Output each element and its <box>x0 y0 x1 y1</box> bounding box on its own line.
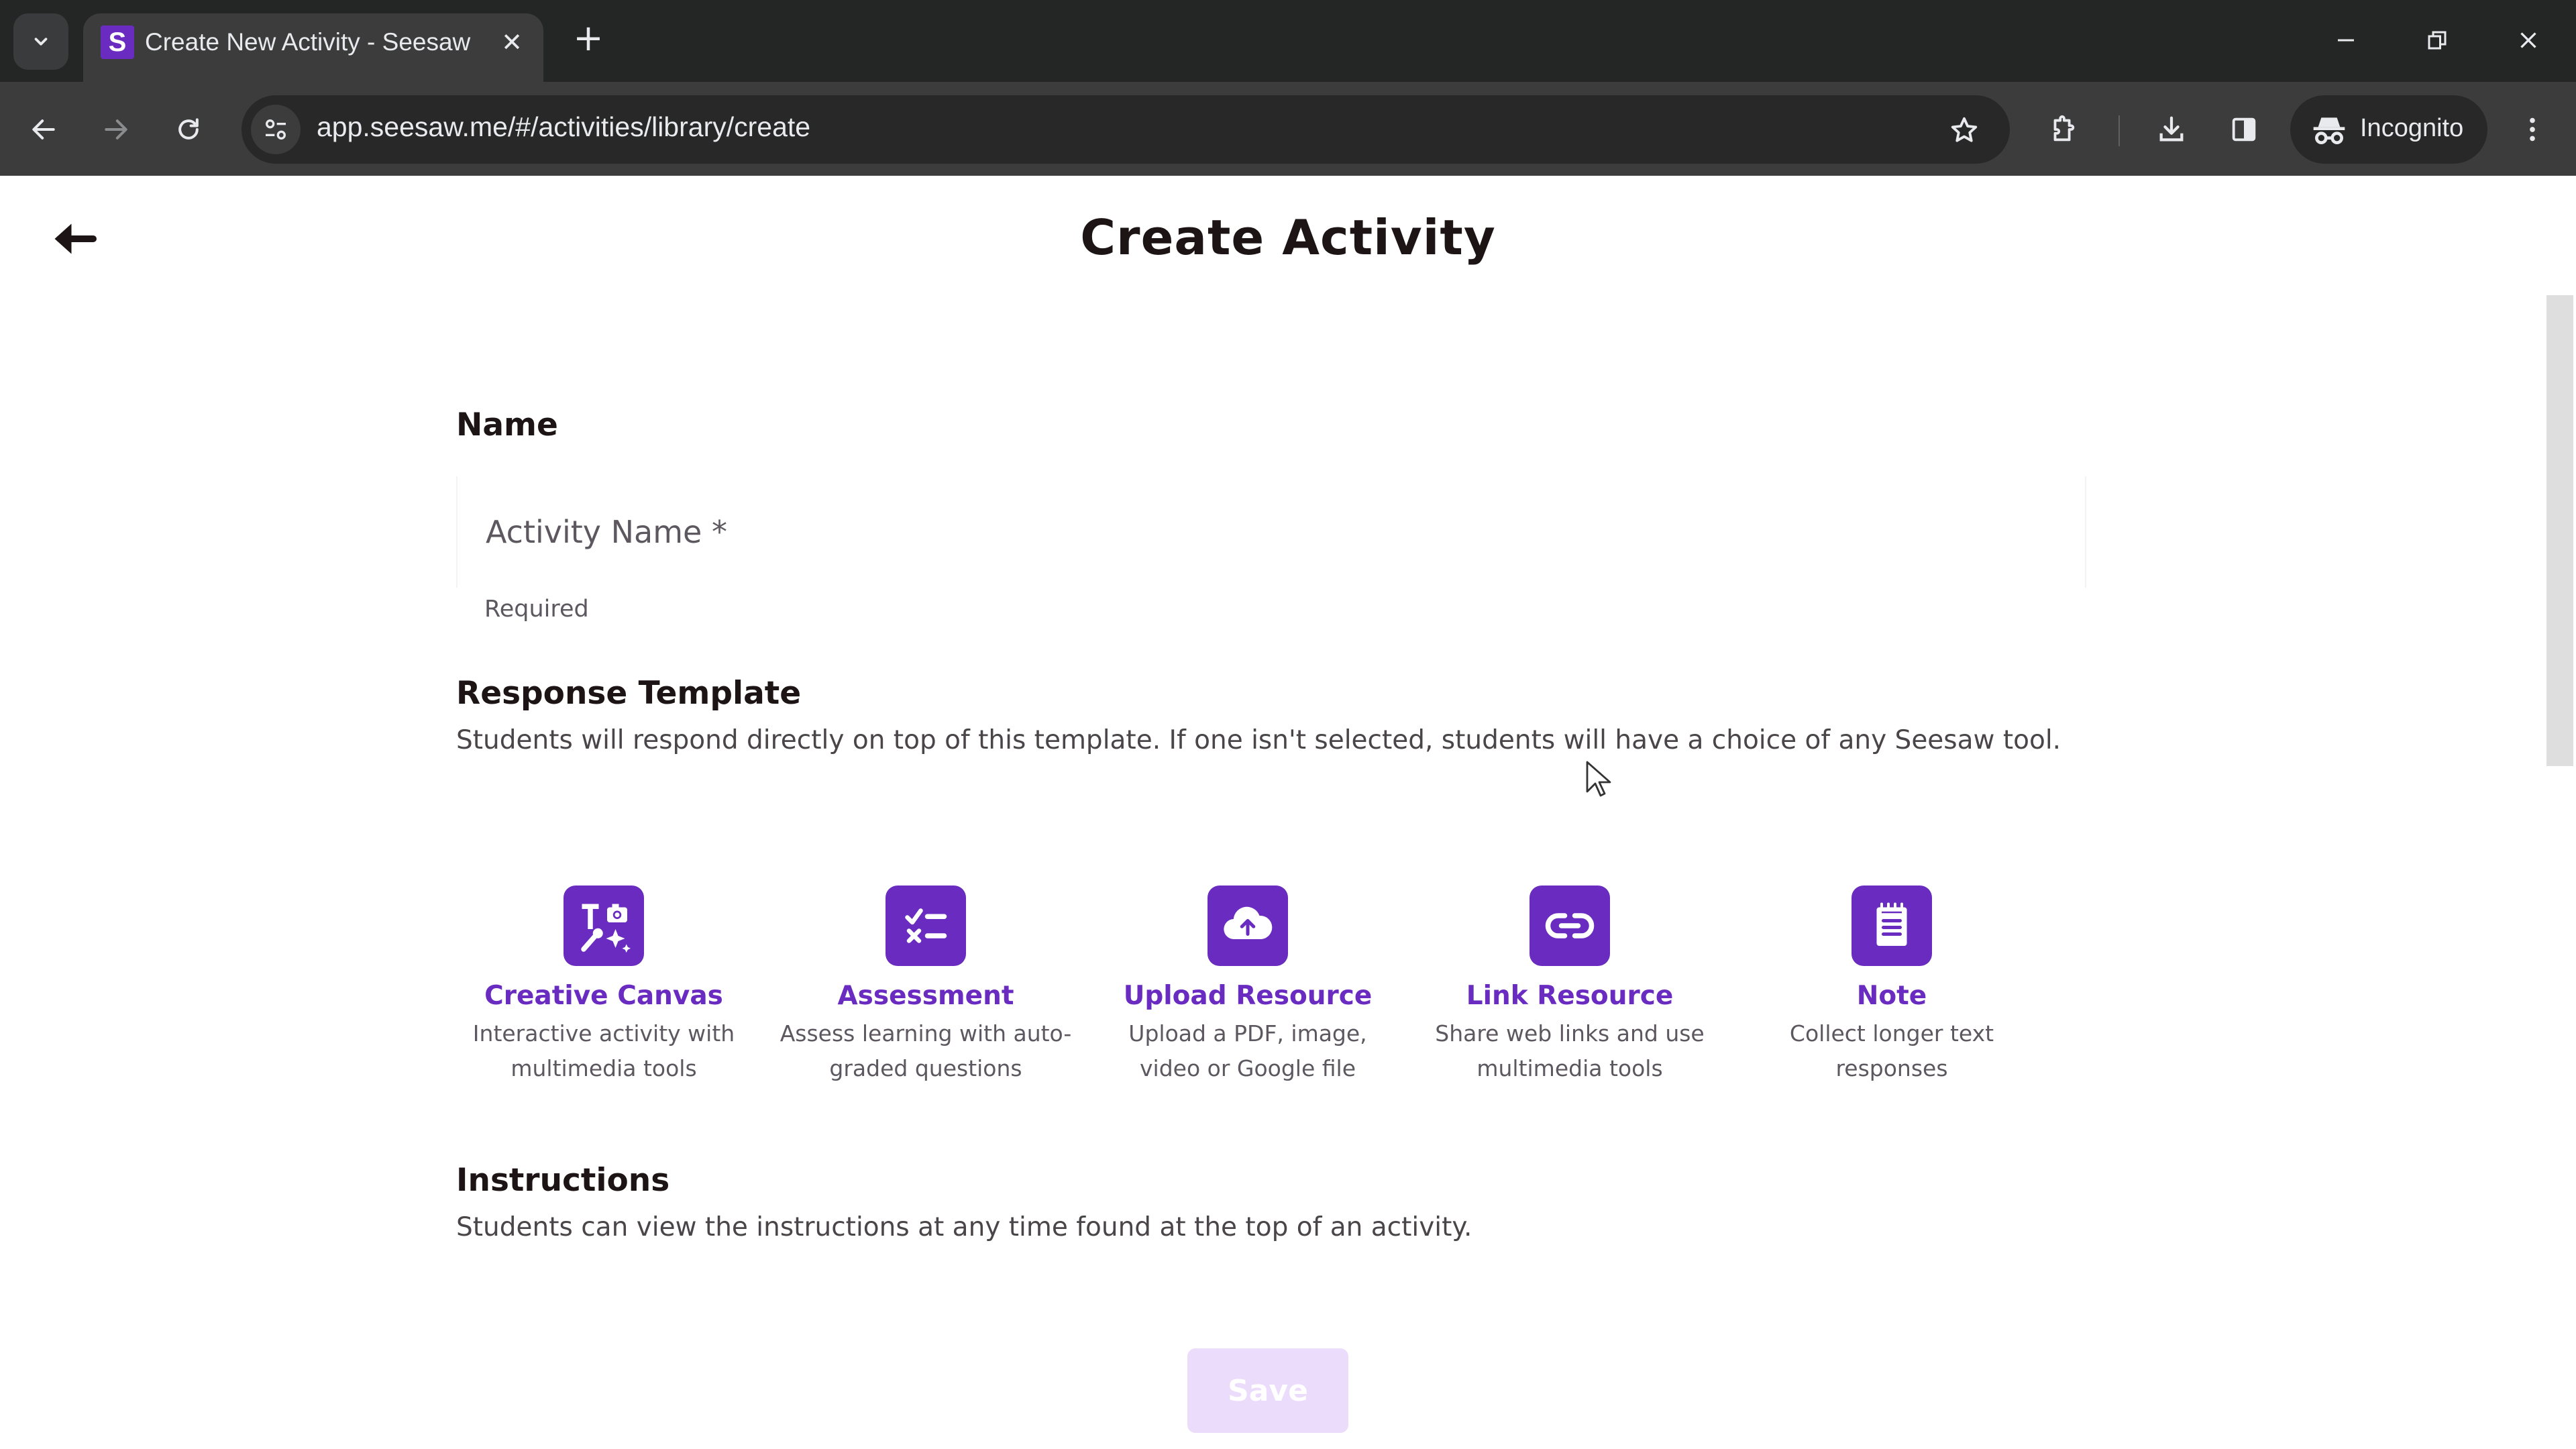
link-icon <box>1529 885 1610 966</box>
template-option-link-resource[interactable]: Link Resource Share web links and use mu… <box>1422 885 1717 1086</box>
browser-tab-active[interactable]: S Create New Activity - Seesaw ✕ <box>83 13 543 82</box>
activity-name-input[interactable] <box>486 476 2029 588</box>
close-icon <box>2520 32 2536 48</box>
template-option-subtitle: Interactive activity with multimedia too… <box>472 1020 735 1081</box>
mouse-cursor-icon <box>1586 761 1611 797</box>
notepad-icon <box>1851 885 1932 966</box>
reload-icon <box>178 118 199 140</box>
minimize-button[interactable] <box>2322 19 2369 62</box>
response-template-description: Students will respond directly on top of… <box>456 725 2061 755</box>
template-option-title: Assessment <box>837 981 1014 1011</box>
tune-icon <box>266 119 286 140</box>
arrow-left-icon <box>32 119 55 140</box>
address-bar[interactable]: app.seesaw.me/#/activities/library/creat… <box>241 95 2010 164</box>
incognito-indicator[interactable]: Incognito <box>2290 95 2487 164</box>
template-option-title: Creative Canvas <box>484 981 723 1011</box>
seesaw-favicon-icon: S <box>101 25 134 59</box>
browser-menu-button[interactable] <box>2509 106 2556 153</box>
template-option-subtitle: Upload a PDF, image, video or Google fil… <box>1128 1020 1367 1081</box>
restore-button[interactable] <box>2414 19 2461 62</box>
side-panel-button[interactable] <box>2220 106 2267 153</box>
create-activity-page: Create Activity Name Required Response T… <box>0 176 2576 1449</box>
reload-button[interactable] <box>165 106 212 153</box>
bookmark-button[interactable] <box>1945 111 1983 149</box>
name-helper-text: Required <box>484 596 589 623</box>
template-option-title: Upload Resource <box>1123 981 1373 1011</box>
response-template-options: Creative Canvas Interactive activity wit… <box>456 885 2086 1100</box>
extensions-button[interactable] <box>2039 106 2086 153</box>
chevron-down-icon <box>34 38 48 46</box>
save-button[interactable]: Save <box>1187 1348 1348 1433</box>
back-button[interactable] <box>20 106 67 153</box>
template-option-title: Link Resource <box>1466 981 1674 1011</box>
name-section-label: Name <box>456 407 558 443</box>
downloads-button[interactable] <box>2148 106 2195 153</box>
template-option-assessment[interactable]: Assessment Assess learning with auto-gra… <box>778 885 1073 1086</box>
browser-toolbar: app.seesaw.me/#/activities/library/creat… <box>0 82 2576 176</box>
scrollbar-thumb[interactable] <box>2546 295 2573 766</box>
close-window-button[interactable] <box>2505 19 2552 62</box>
page-title: Create Activity <box>1080 209 1496 266</box>
instructions-label: Instructions <box>456 1162 670 1199</box>
kebab-menu-icon <box>2530 117 2535 142</box>
template-option-upload-resource[interactable]: Upload Resource Upload a PDF, image, vid… <box>1100 885 1395 1086</box>
response-template-label: Response Template <box>456 675 802 712</box>
template-option-title: Note <box>1856 981 1927 1011</box>
template-option-note[interactable]: Note Collect longer text responses <box>1744 885 2039 1086</box>
activity-name-field[interactable] <box>456 476 2086 588</box>
creative-canvas-icon <box>564 885 644 966</box>
browser-titlebar: S Create New Activity - Seesaw ✕ + <box>0 0 2576 82</box>
tab-title: Create New Activity - Seesaw <box>145 28 471 56</box>
download-icon <box>2159 116 2184 142</box>
instructions-editor-clipped[interactable] <box>456 1322 2086 1335</box>
url-text[interactable]: app.seesaw.me/#/activities/library/creat… <box>317 111 810 143</box>
restore-icon <box>2428 31 2447 50</box>
minimize-icon <box>2338 39 2354 42</box>
incognito-label: Incognito <box>2360 114 2464 142</box>
checklist-icon <box>885 885 966 966</box>
scrollbar[interactable] <box>2545 295 2576 1328</box>
new-tab-button[interactable]: + <box>570 20 606 56</box>
close-icon[interactable]: ✕ <box>495 25 529 59</box>
form-footer: Save <box>0 1335 2542 1449</box>
template-option-subtitle: Assess learning with auto-graded questio… <box>780 1020 1072 1081</box>
forward-button[interactable] <box>93 106 140 153</box>
arrow-right-icon <box>105 119 127 140</box>
template-option-subtitle: Collect longer text responses <box>1789 1020 1994 1081</box>
template-option-subtitle: Share web links and use multimedia tools <box>1435 1020 1705 1081</box>
instructions-description: Students can view the instructions at an… <box>456 1212 1472 1242</box>
site-info-button[interactable] <box>251 105 301 154</box>
star-icon <box>1951 117 1978 142</box>
puzzle-icon <box>2053 115 2075 142</box>
cloud-upload-icon <box>1208 885 1288 966</box>
side-panel-icon <box>2232 117 2256 142</box>
toolbar-divider <box>2118 115 2120 146</box>
tab-search-button[interactable] <box>13 13 68 70</box>
incognito-icon <box>2313 117 2345 145</box>
template-option-creative-canvas[interactable]: Creative Canvas Interactive activity wit… <box>456 885 751 1086</box>
